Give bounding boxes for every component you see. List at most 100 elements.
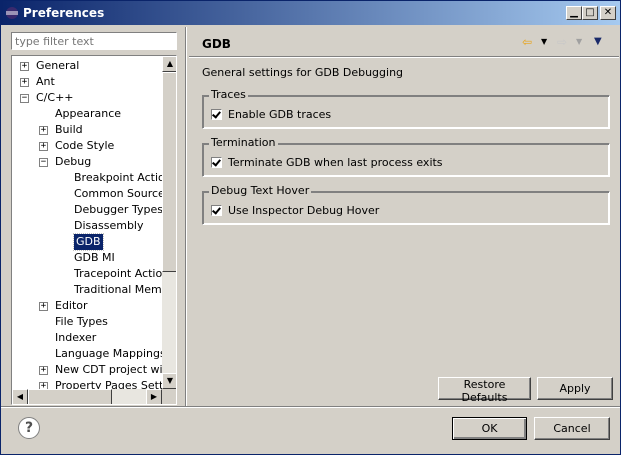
enable-gdb-traces-label[interactable]: Enable GDB traces: [228, 108, 331, 121]
terminate-gdb-checkbox[interactable]: [211, 157, 222, 168]
maximize-button[interactable]: □: [582, 6, 598, 20]
expand-icon[interactable]: +: [39, 126, 48, 135]
scroll-right-button[interactable]: ▶: [146, 389, 162, 404]
expand-icon[interactable]: +: [39, 302, 48, 311]
header-separator: [189, 56, 619, 58]
tree-item[interactable]: + New CDT project wizar: [12, 362, 162, 378]
horizontal-scroll-thumb[interactable]: [28, 389, 112, 404]
tree-item-label[interactable]: Editor: [55, 298, 88, 314]
scroll-corner: [162, 389, 176, 404]
window-title: Preferences: [23, 6, 105, 20]
scroll-down-icon: ▼: [166, 376, 174, 385]
use-inspector-hover-label[interactable]: Use Inspector Debug Hover: [228, 204, 379, 217]
back-dropdown-icon[interactable]: ▼: [541, 34, 547, 50]
preference-tree[interactable]: + General + Ant − C/C++ Appearance + Build + Code …: [11, 55, 177, 405]
tree-item-label[interactable]: Debug: [55, 154, 91, 170]
tree-item[interactable]: + General: [12, 58, 162, 74]
filter-input[interactable]: [11, 32, 177, 50]
tree-items: + General + Ant − C/C++ Appearance + Build + Code …: [12, 56, 162, 389]
expand-icon[interactable]: +: [39, 382, 48, 389]
help-button[interactable]: ?: [18, 417, 40, 439]
tree-item-label[interactable]: GDB: [73, 233, 104, 251]
tree-item-label[interactable]: Property Pages Setting: [55, 378, 162, 389]
tree-horizontal-scrollbar[interactable]: ◀ ▶: [12, 389, 162, 404]
tree-item[interactable]: + Editor: [12, 298, 162, 314]
tree-item[interactable]: Language Mappings: [12, 346, 162, 362]
tree-item[interactable]: + Ant: [12, 74, 162, 90]
ok-button[interactable]: OK: [452, 417, 527, 440]
maximize-icon: □: [585, 7, 595, 18]
tree-item-label[interactable]: Appearance: [55, 106, 121, 122]
tree-item-label[interactable]: Disassembly: [74, 218, 144, 234]
expand-icon[interactable]: +: [20, 78, 29, 87]
collapse-icon[interactable]: −: [39, 158, 48, 167]
tree-item[interactable]: Debugger Types: [12, 202, 162, 218]
tree-vertical-scrollbar[interactable]: ▲ ▼: [162, 56, 176, 389]
tree-item[interactable]: GDB MI: [12, 250, 162, 266]
tree-item-label[interactable]: C/C++: [36, 90, 74, 106]
tree-item-label[interactable]: Ant: [36, 74, 55, 90]
tree-item-label[interactable]: Common Source Lo: [74, 186, 162, 202]
tree-item-label[interactable]: File Types: [55, 314, 108, 330]
tree-item[interactable]: Indexer: [12, 330, 162, 346]
debug-text-hover-group-label: Debug Text Hover: [209, 184, 312, 197]
tree-item-label[interactable]: Language Mappings: [55, 346, 162, 362]
sash-divider[interactable]: [185, 27, 187, 407]
tree-item[interactable]: Appearance: [12, 106, 162, 122]
tree-item-label[interactable]: Breakpoint Actions: [74, 170, 162, 186]
collapse-icon[interactable]: −: [20, 94, 29, 103]
close-button[interactable]: ✕: [600, 6, 616, 20]
tree-item-label[interactable]: Tracepoint Actions: [74, 266, 162, 282]
tree-item-label[interactable]: Traditional Memory: [74, 282, 162, 298]
expand-icon[interactable]: +: [39, 142, 48, 151]
minimize-button[interactable]: ▁: [566, 6, 582, 20]
view-menu-icon[interactable]: ▼: [594, 34, 602, 50]
debug-text-hover-group: Debug Text Hover Use Inspector Debug Hov…: [202, 184, 610, 225]
tree-item-label[interactable]: New CDT project wizar: [55, 362, 162, 378]
traces-group-label: Traces: [209, 88, 248, 101]
scroll-right-icon: ▶: [150, 392, 158, 401]
tree-item[interactable]: File Types: [12, 314, 162, 330]
scroll-up-icon: ▲: [166, 59, 174, 68]
terminate-gdb-label[interactable]: Terminate GDB when last process exits: [228, 156, 443, 169]
termination-group-label: Termination: [209, 136, 278, 149]
tree-item[interactable]: + Build: [12, 122, 162, 138]
tree-item-label[interactable]: Debugger Types: [74, 202, 162, 218]
scroll-left-button[interactable]: ◀: [12, 389, 28, 404]
dialog-separator: [1, 406, 620, 408]
termination-group: Termination Terminate GDB when last proc…: [202, 136, 610, 177]
tree-item[interactable]: + Property Pages Setting: [12, 378, 162, 389]
preferences-window: Preferences ▁ □ ✕ +General+Ant−C/C++Appe…: [0, 0, 621, 455]
cancel-button[interactable]: Cancel: [534, 417, 610, 440]
forward-dropdown-icon: ▼: [576, 37, 583, 46]
expand-icon[interactable]: +: [39, 366, 48, 375]
back-arrow-icon[interactable]: ⇦: [522, 34, 532, 50]
close-icon: ✕: [603, 7, 613, 18]
tree-item[interactable]: − C/C++: [12, 90, 162, 106]
tree-item[interactable]: Tracepoint Actions: [12, 266, 162, 282]
scroll-down-button[interactable]: ▼: [162, 373, 176, 389]
apply-button[interactable]: Apply: [537, 377, 613, 400]
enable-gdb-traces-checkbox[interactable]: [211, 109, 222, 120]
tree-item-label[interactable]: Build: [55, 122, 83, 138]
tree-item-label[interactable]: Indexer: [55, 330, 96, 346]
tree-item[interactable]: Disassembly: [12, 218, 162, 234]
traces-group: Traces Enable GDB traces: [202, 88, 610, 129]
tree-item[interactable]: + Code Style: [12, 138, 162, 154]
page-description: General settings for GDB Debugging: [202, 66, 404, 79]
tree-item[interactable]: − Debug: [12, 154, 162, 170]
tree-item[interactable]: Traditional Memory: [12, 282, 162, 298]
restore-defaults-button[interactable]: Restore Defaults: [438, 377, 531, 404]
title-bar[interactable]: Preferences ▁ □ ✕: [1, 1, 620, 25]
tree-item[interactable]: Breakpoint Actions: [12, 170, 162, 186]
tree-item-label[interactable]: Code Style: [55, 138, 114, 154]
tree-item[interactable]: GDB: [12, 233, 162, 251]
expand-icon[interactable]: +: [20, 62, 29, 71]
scroll-up-button[interactable]: ▲: [162, 56, 176, 72]
use-inspector-hover-checkbox[interactable]: [211, 205, 222, 216]
tree-item-label[interactable]: GDB MI: [74, 250, 115, 266]
vertical-scroll-thumb[interactable]: [162, 72, 176, 272]
tree-item[interactable]: Common Source Lo: [12, 186, 162, 202]
tree-item-label[interactable]: General: [36, 58, 79, 74]
help-icon: ?: [24, 420, 34, 436]
